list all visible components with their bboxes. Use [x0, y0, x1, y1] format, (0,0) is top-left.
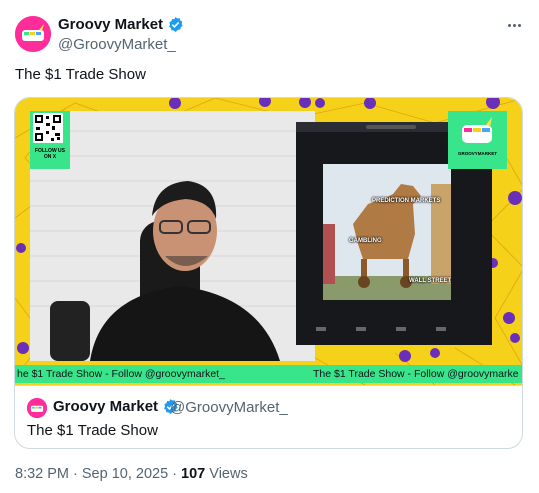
qr-code-icon [33, 113, 63, 143]
more-options-button[interactable] [502, 14, 526, 36]
unicorn-logo-icon [462, 117, 492, 143]
unicorn-logo-icon [27, 398, 47, 418]
ticker-text-right: The $1 Trade Show - Follow @groovymarke [313, 368, 519, 380]
brand-logo-panel [448, 111, 507, 169]
quoted-author-handle: @GroovyMarket_ [170, 399, 288, 416]
meme-label-wall-street: WALL STREET [409, 278, 452, 284]
author-avatar[interactable] [15, 16, 51, 52]
brand-logo-label: GROOVYMARKET [457, 151, 497, 156]
quoted-author-name: Groovy Market [53, 398, 179, 415]
verified-badge-icon [169, 17, 183, 32]
tweet-timestamp[interactable]: 8:32 PM · Sep 10, 2025 · [15, 466, 181, 482]
more-options-icon [507, 23, 511, 27]
tweet-meta: 8:32 PM · Sep 10, 2025 · 107 Views [15, 466, 248, 482]
quoted-tweet[interactable]: Groovy Market @GroovyMarket_ The $1 Trad… [15, 385, 522, 448]
quoted-author-name-text: Groovy Market [53, 398, 159, 415]
tweet-text: The $1 Trade Show [15, 66, 146, 83]
quote-card[interactable]: FOLLOW US ON X PREDICTION MARKETS GAMBLI… [14, 97, 523, 449]
meme-label-gambling: GAMBLING [349, 238, 382, 244]
ticker-banner: he $1 Trade Show - Follow @groovymarket_… [15, 365, 522, 383]
author-name-text: Groovy Market [58, 16, 164, 33]
quoted-author-avatar [27, 398, 47, 418]
webcam-feed [30, 111, 315, 361]
ticker-text-left: he $1 Trade Show - Follow @groovymarket_ [17, 368, 225, 380]
author-handle[interactable]: @GroovyMarket_ [58, 36, 176, 53]
quoted-tweet-text: The $1 Trade Show [27, 422, 158, 439]
video-media[interactable]: FOLLOW US ON X PREDICTION MARKETS GAMBLI… [15, 98, 522, 385]
views-count: 107 [181, 466, 206, 482]
author-name[interactable]: Groovy Market [58, 16, 184, 33]
views-label: Views [205, 466, 248, 482]
meme-label-prediction-markets: PREDICTION MARKETS [372, 198, 441, 204]
follow-us-label: FOLLOW US ON X [35, 148, 65, 160]
speaker-figure [30, 130, 315, 361]
unicorn-logo-icon [15, 16, 51, 52]
